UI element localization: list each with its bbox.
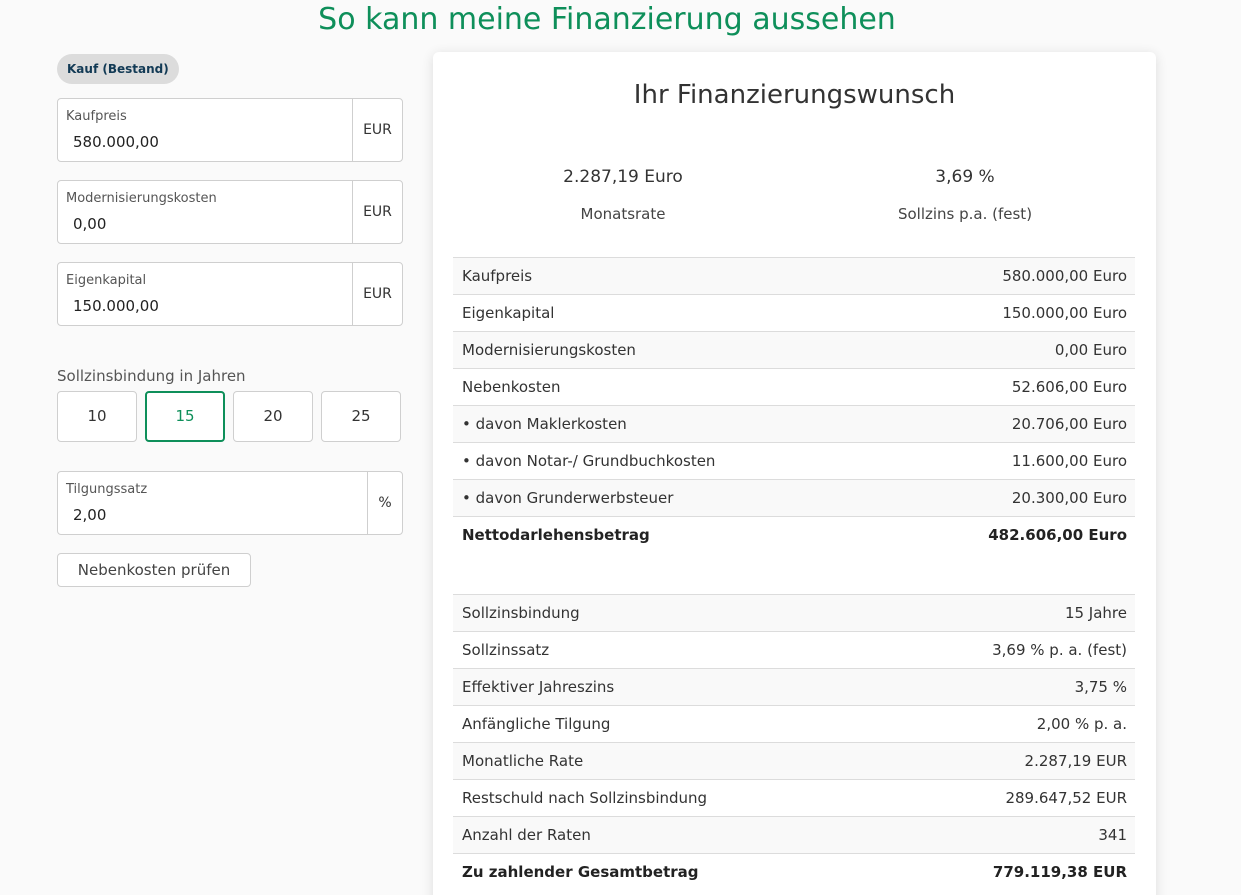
row-label: • davon Maklerkosten (462, 415, 627, 433)
year-button-15[interactable]: 15 (145, 391, 225, 442)
eigenkapital-field[interactable]: Eigenkapital 150.000,00 EUR (57, 262, 403, 326)
row-label: Modernisierungskosten (462, 341, 636, 359)
page-title: So kann meine Finanzierung aussehen (318, 2, 896, 37)
table-row: Sollzinsbindung 15 Jahre (453, 594, 1135, 631)
monthly-rate-kpi: 2.287,19 Euro Monatsrate (453, 167, 793, 223)
year-button-25[interactable]: 25 (321, 391, 401, 442)
row-value: 20.706,00 Euro (1011, 415, 1127, 433)
kaufpreis-field[interactable]: Kaufpreis 580.000,00 EUR (57, 98, 403, 162)
row-label: • davon Grunderwerbsteuer (462, 489, 674, 507)
table-row: Anfängliche Tilgung 2,00 % p. a. (453, 705, 1135, 742)
eigenkapital-unit: EUR (352, 263, 402, 325)
modernisierungskosten-unit: EUR (352, 181, 402, 243)
sollzinsbindung-label: Sollzinsbindung in Jahren (57, 367, 246, 385)
table-row: Restschuld nach Sollzinsbindung 289.647,5… (453, 779, 1135, 816)
table-row: • davon Notar-/ Grundbuchkosten 11.600,00… (453, 442, 1135, 479)
interest-rate-label: Sollzins p.a. (fest) (897, 205, 1033, 223)
nebenkosten-pruefen-button[interactable]: Nebenkosten prüfen (57, 553, 251, 587)
modernisierungskosten-field[interactable]: Modernisierungskosten 0,00 EUR (57, 180, 403, 244)
table-row: Modernisierungskosten 0,00 Euro (453, 331, 1135, 368)
table-row: • davon Maklerkosten 20.706,00 Euro (453, 405, 1135, 442)
row-value: 52.606,00 Euro (1011, 378, 1127, 396)
year-button-10[interactable]: 10 (57, 391, 137, 442)
table-row: • davon Grunderwerbsteuer 20.300,00 Euro (453, 479, 1135, 516)
terms-table: Sollzinsbindung 15 Jahre Sollzinssatz 3,69… (453, 594, 1135, 890)
modernisierungskosten-label: Modernisierungskosten (66, 191, 217, 206)
row-value: 20.300,00 Euro (1011, 489, 1127, 507)
row-value: 779.119,38 EUR (992, 863, 1127, 881)
modernisierungskosten-input[interactable]: 0,00 (73, 215, 106, 233)
tilgungssatz-unit: % (367, 472, 402, 534)
summary-title: Ihr Finanzierungswunsch (633, 80, 956, 110)
row-label: Anzahl der Raten (462, 826, 591, 844)
row-label: Restschuld nach Sollzinsbindung (462, 789, 708, 807)
row-label: Sollzinsbindung (462, 604, 580, 622)
row-value: 580.000,00 Euro (1002, 267, 1127, 285)
total-amount-row: Zu zahlender Gesamtbetrag 779.119,38 EUR (453, 853, 1135, 890)
table-row: Anzahl der Raten 341 (453, 816, 1135, 853)
row-value: 2,00 % p. a. (1036, 715, 1127, 733)
row-label: Sollzinssatz (462, 641, 550, 659)
table-row: Monatliche Rate 2.287,19 EUR (453, 742, 1135, 779)
monthly-rate-label: Monatsrate (580, 205, 666, 223)
table-row: Effektiver Jahreszins 3,75 % (453, 668, 1135, 705)
row-value: 11.600,00 Euro (1011, 452, 1127, 470)
row-value: 15 Jahre (1064, 604, 1127, 622)
year-button-20[interactable]: 20 (233, 391, 313, 442)
purchase-type-badge[interactable]: Kauf (Bestand) (57, 54, 179, 84)
kaufpreis-unit: EUR (352, 99, 402, 161)
total-loan-row: Nettodarlehensbetrag 482.606,00 Euro (453, 516, 1135, 553)
eigenkapital-label: Eigenkapital (66, 273, 147, 288)
row-value: 289.647,52 EUR (1005, 789, 1127, 807)
row-value: 0,00 Euro (1054, 341, 1127, 359)
row-value: 2.287,19 EUR (1024, 752, 1127, 770)
interest-rate-value: 3,69 % (935, 167, 995, 187)
row-label: Eigenkapital (462, 304, 555, 322)
monthly-rate-value: 2.287,19 Euro (563, 167, 683, 187)
cost-table: Kaufpreis 580.000,00 Euro Eigenkapital 150… (453, 257, 1135, 553)
row-value: 150.000,00 Euro (1002, 304, 1127, 322)
tilgungssatz-field[interactable]: Tilgungssatz 2,00 % (57, 471, 403, 535)
table-row: Eigenkapital 150.000,00 Euro (453, 294, 1135, 331)
row-label: • davon Notar-/ Grundbuchkosten (462, 452, 716, 470)
row-value: 3,75 % (1074, 678, 1127, 696)
row-value: 341 (1098, 826, 1127, 844)
row-label: Effektiver Jahreszins (462, 678, 615, 696)
row-label: Nebenkosten (462, 378, 561, 396)
kaufpreis-label: Kaufpreis (66, 109, 127, 124)
row-value: 482.606,00 Euro (988, 526, 1127, 544)
interest-rate-kpi: 3,69 % Sollzins p.a. (fest) (795, 167, 1135, 223)
table-row: Nebenkosten 52.606,00 Euro (453, 368, 1135, 405)
tilgungssatz-label: Tilgungssatz (66, 482, 148, 497)
row-value: 3,69 % p. a. (fest) (992, 641, 1127, 659)
kaufpreis-input[interactable]: 580.000,00 (73, 133, 159, 151)
table-row: Sollzinssatz 3,69 % p. a. (fest) (453, 631, 1135, 668)
row-label: Monatliche Rate (462, 752, 584, 770)
table-row: Kaufpreis 580.000,00 Euro (453, 257, 1135, 294)
row-label: Anfängliche Tilgung (462, 715, 611, 733)
row-label: Zu zahlender Gesamtbetrag (462, 863, 699, 881)
row-label: Nettodarlehensbetrag (462, 526, 650, 544)
eigenkapital-input[interactable]: 150.000,00 (73, 297, 159, 315)
summary-card: Ihr Finanzierungswunsch 2.287,19 Euro Mo… (433, 52, 1156, 895)
tilgungssatz-input[interactable]: 2,00 (73, 506, 106, 524)
row-label: Kaufpreis (462, 267, 533, 285)
